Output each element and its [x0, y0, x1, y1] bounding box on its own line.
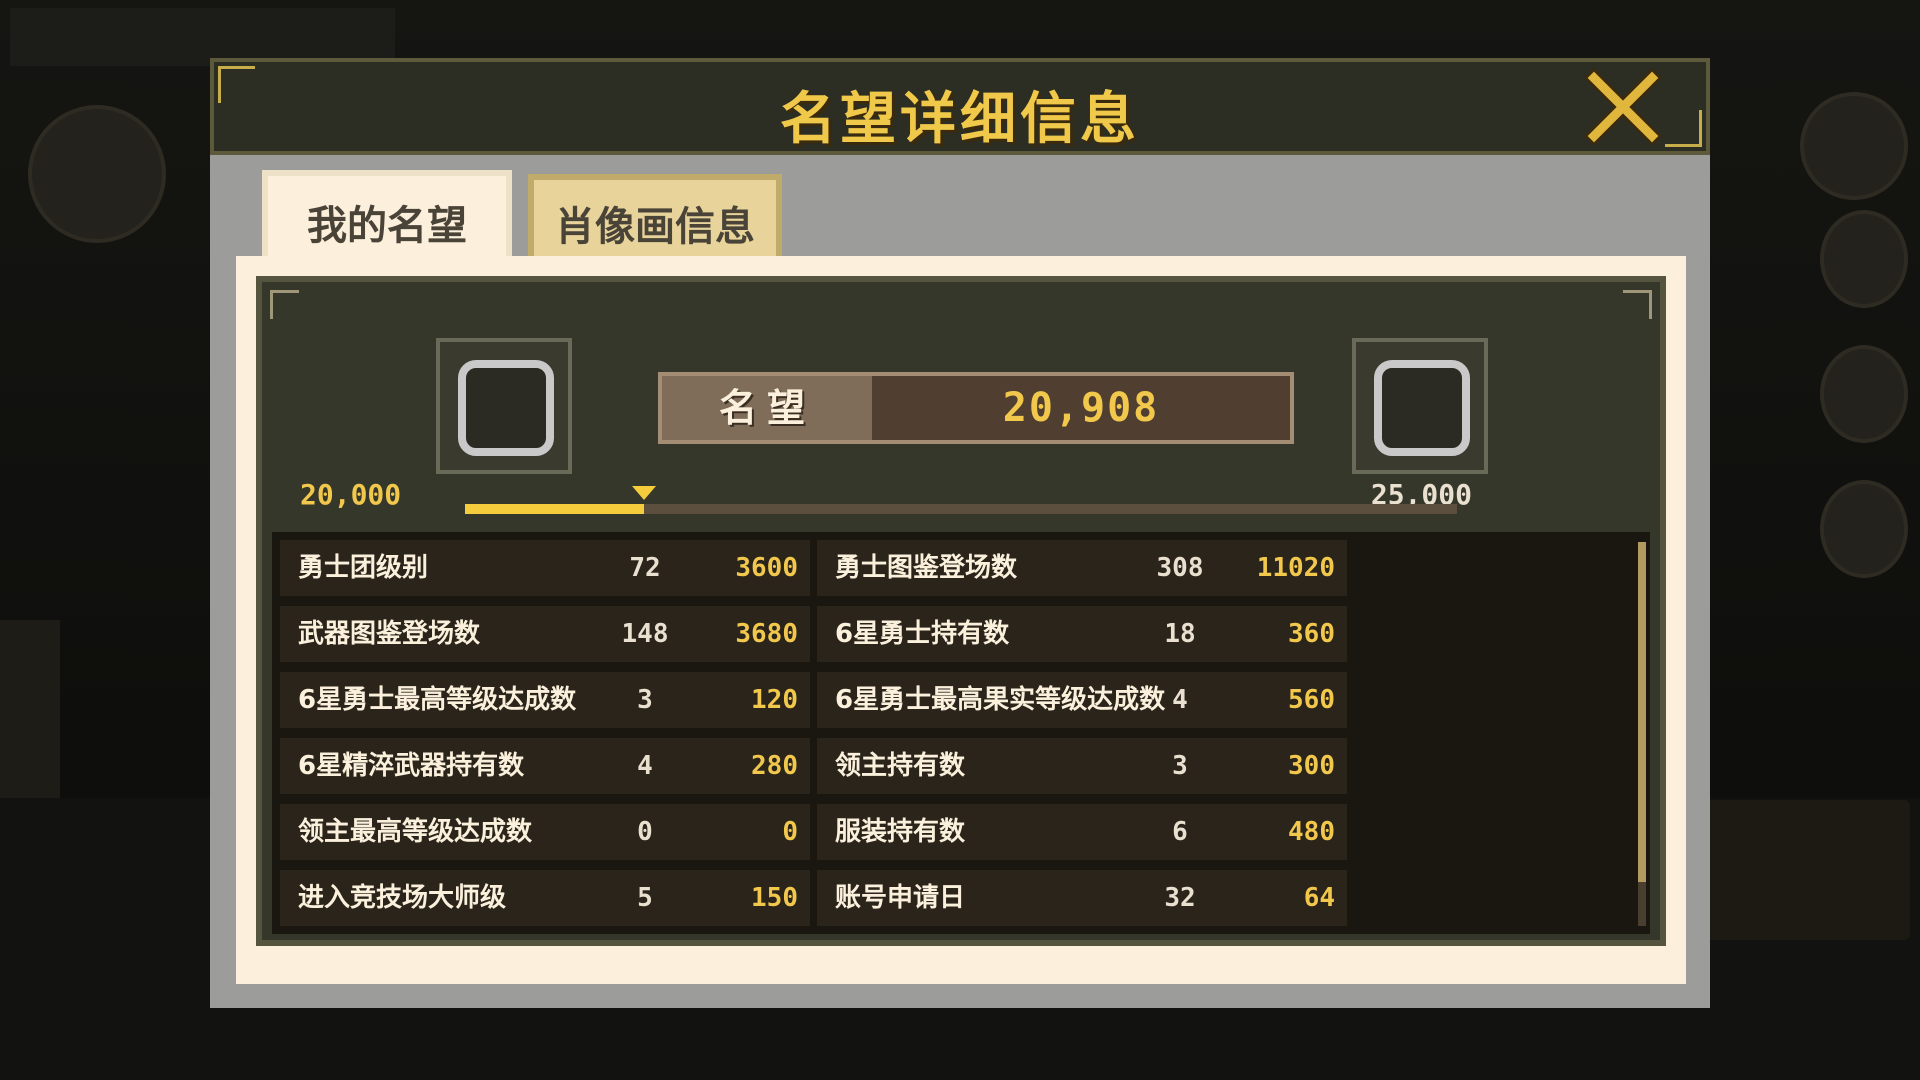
background-button: [1820, 345, 1908, 443]
stat-points: 150: [751, 883, 798, 913]
tab-portrait-info[interactable]: 肖像画信息: [528, 174, 782, 266]
stat-count: 0: [637, 817, 653, 847]
stat-points: 0: [782, 817, 798, 847]
stat-name: 6星勇士持有数: [835, 619, 1010, 649]
stat-name: 账号申请日: [835, 883, 966, 913]
reputation-display: 名望 20,908: [658, 372, 1294, 444]
stat-points: 3600: [735, 553, 798, 583]
stat-points: 280: [751, 751, 798, 781]
range-min-label: 20,000: [300, 478, 402, 511]
corner-ornament: [1623, 290, 1652, 319]
corner-ornament: [270, 290, 299, 319]
stat-row: 服装持有数 6 480: [817, 804, 1347, 860]
portrait-frame-icon: [458, 360, 554, 456]
progress-marker-icon: [631, 486, 656, 500]
next-rank-frame: [1352, 338, 1488, 474]
reputation-panel: 名望 20,908 20,000 25,000 勇士团级别 72 3600 武器图鉴登…: [256, 276, 1666, 946]
stat-points: 11020: [1256, 553, 1335, 583]
stat-row: 勇士团级别 72 3600: [280, 540, 810, 596]
stat-count: 3: [1172, 751, 1188, 781]
stat-name: 领主最高等级达成数: [298, 817, 533, 847]
stat-points: 480: [1288, 817, 1335, 847]
stat-row: 领主最高等级达成数 0 0: [280, 804, 810, 860]
current-rank-frame: [436, 338, 572, 474]
stat-count: 4: [1172, 685, 1188, 715]
background-button: [1820, 210, 1908, 308]
stat-name: 进入竞技场大师级: [298, 883, 507, 913]
stats-scrollbar[interactable]: [1638, 542, 1646, 926]
stat-row: 账号申请日 32 64: [817, 870, 1347, 926]
stat-name: 领主持有数: [835, 751, 966, 781]
stat-points: 3680: [735, 619, 798, 649]
close-button[interactable]: [1582, 66, 1664, 148]
reputation-dialog: 名望详细信息 我的名望 肖像画信息 名望 20,908 20,000 25,00…: [210, 58, 1710, 1008]
reputation-value: 20,908: [1002, 385, 1160, 431]
stats-table: 勇士团级别 72 3600 武器图鉴登场数 148 3680 6星勇士最高等级达成数 3 120…: [272, 532, 1650, 934]
stat-row: 领主持有数 3 300: [817, 738, 1347, 794]
stat-points: 300: [1288, 751, 1335, 781]
stat-count: 18: [1164, 619, 1196, 649]
stat-count: 148: [621, 619, 669, 649]
stat-count: 6: [1172, 817, 1188, 847]
close-x-icon: [1584, 68, 1662, 146]
content-panel: 名望 20,908 20,000 25,000 勇士团级别 72 3600 武器图鉴登…: [236, 256, 1686, 984]
stat-points: 120: [751, 685, 798, 715]
background-button: [1800, 92, 1908, 200]
stat-name: 6星勇士最高等级达成数: [298, 685, 577, 715]
stat-row: 6星精淬武器持有数 4 280: [280, 738, 810, 794]
stat-points: 64: [1303, 883, 1335, 913]
stat-name: 武器图鉴登场数: [298, 619, 481, 649]
stat-name: 6星精淬武器持有数: [298, 751, 525, 781]
stat-points: 560: [1288, 685, 1335, 715]
stat-count: 5: [637, 883, 653, 913]
stat-points: 360: [1288, 619, 1335, 649]
stat-row: 6星勇士持有数 18 360: [817, 606, 1347, 662]
progress-fill: [465, 504, 644, 514]
dialog-titlebar: 名望详细信息: [210, 58, 1710, 155]
background-avatar: [28, 105, 166, 243]
stat-name: 服装持有数: [835, 817, 966, 847]
background-side-arrow: [0, 620, 60, 820]
stat-row: 6星勇士最高等级达成数 3 120: [280, 672, 810, 728]
scrollbar-thumb[interactable]: [1638, 542, 1646, 882]
tab-my-reputation[interactable]: 我的名望: [262, 170, 512, 268]
stat-count: 32: [1164, 883, 1196, 913]
stat-row: 勇士图鉴登场数 308 11020: [817, 540, 1347, 596]
dialog-title: 名望详细信息: [780, 87, 1140, 152]
background-button: [1820, 480, 1908, 578]
stat-count: 4: [637, 751, 653, 781]
portrait-frame-icon: [1374, 360, 1470, 456]
stat-count: 308: [1156, 553, 1204, 583]
stat-row: 进入竞技场大师级 5 150: [280, 870, 810, 926]
reputation-progress-bar: [465, 504, 1457, 514]
stat-name: 勇士团级别: [298, 553, 429, 583]
stat-row: 武器图鉴登场数 148 3680: [280, 606, 810, 662]
stat-count: 72: [629, 553, 661, 583]
stat-count: 3: [637, 685, 653, 715]
reputation-label: 名望: [718, 386, 815, 430]
stat-row: 6星勇士最高果实等级达成数 4 560: [817, 672, 1347, 728]
stat-name: 勇士图鉴登场数: [835, 553, 1018, 583]
stat-name: 6星勇士最高果实等级达成数: [835, 685, 1166, 715]
